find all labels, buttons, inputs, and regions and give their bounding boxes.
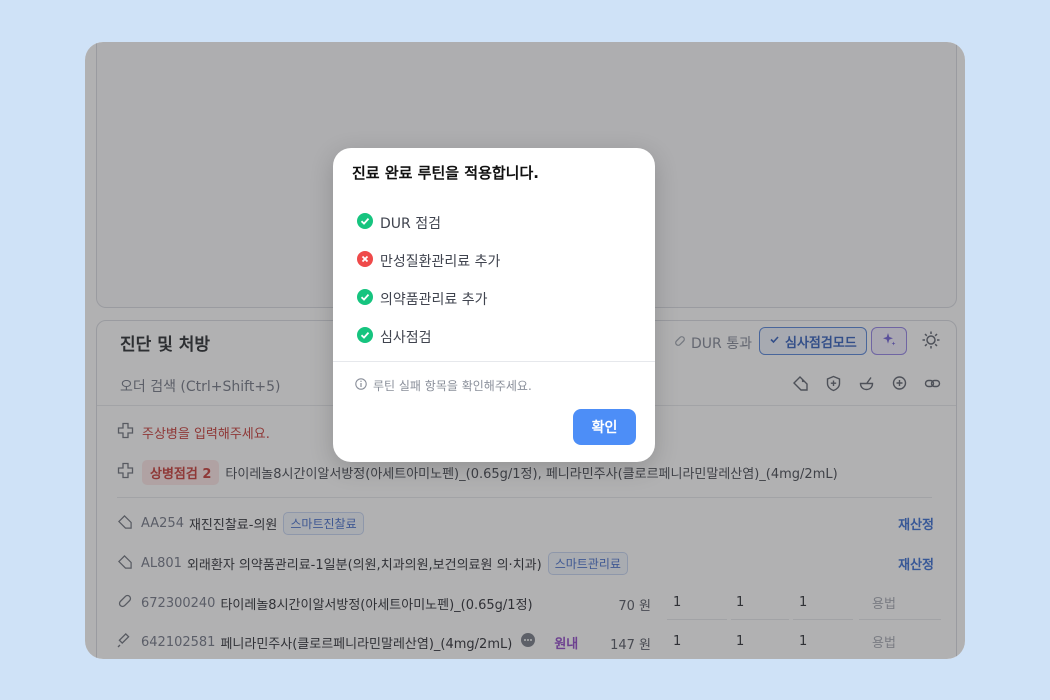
success-check-icon <box>357 289 373 309</box>
step-label: 만성질환관리료 추가 <box>380 254 501 270</box>
success-check-icon <box>357 213 373 233</box>
routine-step: 심사점검 <box>357 327 432 347</box>
confirm-button[interactable]: 확인 <box>573 409 636 445</box>
routine-step: 만성질환관리료 추가 <box>357 251 500 271</box>
routine-step: 의약품관리료 추가 <box>357 289 488 309</box>
step-label: 의약품관리료 추가 <box>380 292 488 308</box>
routine-step: DUR 점검 <box>357 213 441 233</box>
routine-dialog: 진료 완료 루틴을 적용합니다. DUR 점검 만성질환관리료 추가 의약품관리… <box>333 148 655 462</box>
dialog-notice: 루틴 실패 항목을 확인해주세요. <box>355 377 532 394</box>
dialog-title: 진료 완료 루틴을 적용합니다. <box>352 164 539 182</box>
dialog-divider <box>333 361 655 362</box>
step-label: 심사점검 <box>380 330 432 346</box>
info-icon <box>355 378 367 393</box>
success-check-icon <box>357 327 373 347</box>
notice-text: 루틴 실패 항목을 확인해주세요. <box>373 379 532 393</box>
step-label: DUR 점검 <box>380 216 441 232</box>
fail-x-icon <box>357 251 373 271</box>
